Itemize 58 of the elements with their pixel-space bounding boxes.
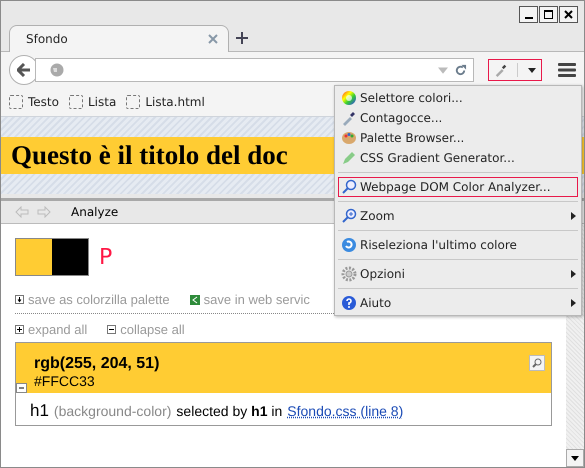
back-arrow-icon xyxy=(17,63,31,77)
collapse-icon[interactable] xyxy=(16,383,27,393)
eyedropper-icon xyxy=(341,110,357,126)
color-wheel-icon xyxy=(341,90,357,106)
zoom-icon xyxy=(341,208,357,224)
menu-item[interactable]: Opzioni xyxy=(338,264,578,284)
hex-value: #FFCC33 xyxy=(34,373,96,389)
bookmark[interactable]: Lista.html xyxy=(126,95,205,109)
menu-item[interactable]: Riseleziona l'ultimo colore xyxy=(338,235,578,255)
address-field[interactable] xyxy=(35,58,474,82)
plus-box-icon xyxy=(15,325,24,334)
search-icon xyxy=(532,358,542,368)
refresh-icon xyxy=(341,237,357,253)
search-button[interactable] xyxy=(529,355,545,371)
property-text: (background-color) xyxy=(54,403,172,419)
menu-item[interactable]: Webpage DOM Color Analyzer... xyxy=(338,177,578,197)
minimize-button[interactable] xyxy=(519,6,538,23)
help-icon xyxy=(341,295,357,311)
plus-icon xyxy=(236,32,248,44)
menu-item[interactable]: CSS Gradient Generator... xyxy=(338,148,578,168)
stylesheet-link[interactable]: Sfondo.css (line 8) xyxy=(287,403,404,419)
caret-icon xyxy=(528,66,536,74)
bookmark[interactable]: Testo xyxy=(9,95,59,109)
palette-icon xyxy=(341,130,357,146)
reload-icon[interactable] xyxy=(454,64,467,76)
share-icon xyxy=(190,294,200,304)
menu-icon[interactable] xyxy=(558,63,576,77)
caret-icon xyxy=(571,454,579,462)
menu-item[interactable]: Contagocce... xyxy=(338,108,578,128)
submenu-arrow-icon xyxy=(569,299,577,307)
eyedropper-button[interactable] xyxy=(488,59,542,81)
selector-description: selected by h1 in xyxy=(176,403,282,419)
menu-item[interactable]: Zoom xyxy=(338,206,578,226)
download-icon xyxy=(15,295,24,304)
panel-title: Analyze xyxy=(71,205,118,219)
dropdown-icon xyxy=(438,65,448,75)
eyedropper-icon xyxy=(494,63,508,77)
submenu-arrow-icon xyxy=(569,212,577,220)
marker-label: P xyxy=(99,244,112,270)
menu-item[interactable]: Selettore colori... xyxy=(338,88,578,108)
gear-icon xyxy=(341,266,357,282)
magnifier-icon xyxy=(341,179,357,195)
close-icon[interactable] xyxy=(208,34,218,44)
close-button[interactable] xyxy=(559,6,578,23)
minimize-icon xyxy=(524,16,532,18)
minus-box-icon xyxy=(107,325,116,334)
submenu-arrow-icon xyxy=(569,270,577,278)
menu-item[interactable]: Aiuto xyxy=(338,293,578,313)
browser-tab[interactable]: Sfondo xyxy=(9,25,229,52)
rgb-value: rgb(255, 204, 51) xyxy=(34,355,160,373)
maximize-icon xyxy=(544,10,553,19)
scroll-down-button[interactable] xyxy=(566,449,584,467)
maximize-button[interactable] xyxy=(539,6,558,23)
pen-icon xyxy=(341,150,357,166)
selector-text: h1 xyxy=(30,401,49,421)
close-icon xyxy=(564,10,573,19)
bookmark[interactable]: Lista xyxy=(68,95,116,109)
globe-icon xyxy=(50,63,64,77)
